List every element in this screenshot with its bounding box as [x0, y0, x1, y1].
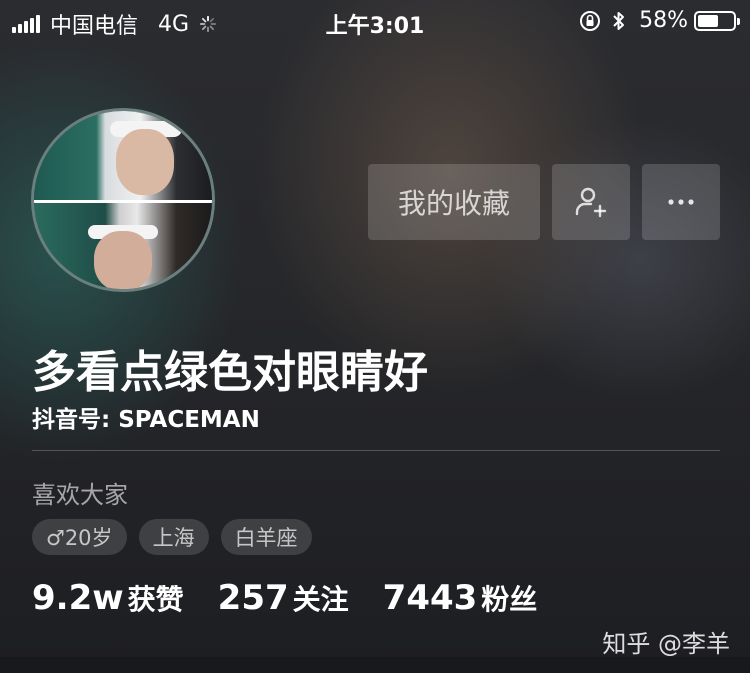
battery-percent: 58%	[639, 8, 688, 33]
gender-age-label: ♂20岁	[46, 526, 113, 550]
city-label: 上海	[152, 526, 195, 550]
bluetooth-icon	[613, 11, 625, 30]
likes-label: 获赞	[127, 583, 184, 616]
status-bar: 中国电信 4G 上午3:01 58%	[0, 0, 750, 42]
city-tag: 上海	[138, 519, 209, 555]
following-label: 关注	[292, 583, 349, 616]
more-icon	[668, 199, 694, 205]
person-add-icon	[575, 187, 607, 218]
profile-tags: ♂20岁 上海 白羊座	[32, 519, 324, 555]
more-button[interactable]	[642, 164, 720, 240]
bottom-edge	[0, 657, 750, 673]
following-stat[interactable]: 257 关注	[218, 578, 349, 618]
profile-stats: 9.2w 获赞 257 关注 7443 粉丝	[32, 578, 571, 618]
avatar[interactable]	[31, 108, 215, 292]
following-count: 257	[217, 578, 289, 618]
my-favorites-label: 我的收藏	[397, 187, 510, 220]
douyin-id: 抖音号: SPACEMAN	[32, 407, 260, 433]
followers-count: 7443	[382, 578, 478, 618]
add-friend-button[interactable]	[552, 164, 630, 240]
watermark: 知乎 @李羊	[602, 630, 730, 658]
gender-age-tag: ♂20岁	[32, 519, 127, 555]
followers-label: 粉丝	[481, 583, 538, 616]
battery-icon	[694, 10, 740, 31]
zodiac-tag: 白羊座	[220, 519, 312, 555]
likes-count: 9.2w	[32, 578, 124, 618]
followers-stat[interactable]: 7443 粉丝	[383, 578, 538, 618]
profile-nickname: 多看点绿色对眼睛好	[32, 347, 428, 398]
rotation-lock-icon	[580, 10, 601, 31]
status-right: 58%	[579, 8, 740, 33]
zodiac-label: 白羊座	[234, 526, 298, 550]
profile-bio: 喜欢大家	[32, 481, 128, 509]
battery-fill	[698, 14, 718, 27]
my-favorites-button[interactable]: 我的收藏	[368, 164, 540, 240]
likes-stat[interactable]: 9.2w 获赞	[32, 578, 184, 618]
divider	[32, 450, 720, 451]
